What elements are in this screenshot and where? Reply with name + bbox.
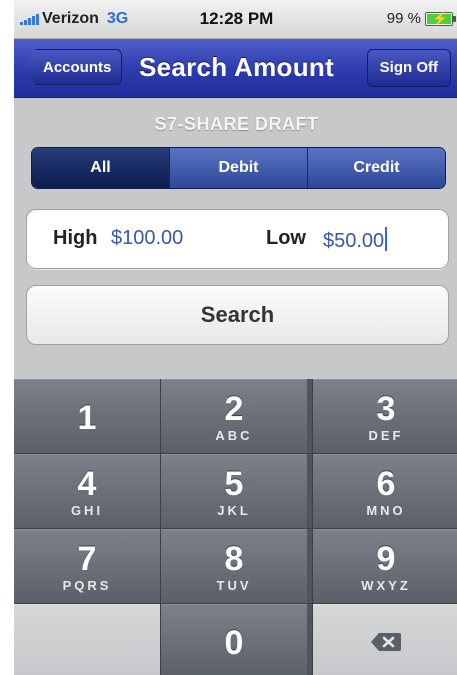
key-2[interactable]: 2 ABC — [161, 379, 307, 453]
high-amount-field[interactable]: $100.00 — [111, 227, 183, 250]
key-7[interactable]: 7 PQRS — [14, 529, 160, 603]
key-4[interactable]: 4 GHI — [14, 454, 160, 528]
charging-bolt-icon: ⚡ — [432, 10, 449, 26]
sign-off-button[interactable]: Sign Off — [366, 49, 451, 87]
key-6[interactable]: 6 MNO — [313, 454, 457, 528]
key-9[interactable]: 9 WXYZ — [313, 529, 457, 603]
numeric-keypad: 1 2 ABC 3 DEF 4 GHI 5 JKL 6 MNO 7 PQRS 8 TUV 9W… — [14, 379, 457, 675]
account-name: S7-SHARE DRAFT — [154, 114, 319, 134]
battery-icon: ⚡ — [425, 10, 456, 26]
filter-debit[interactable]: Debit — [169, 148, 307, 188]
text-cursor — [385, 227, 388, 251]
high-label: High — [53, 227, 98, 249]
backspace-icon — [371, 633, 401, 651]
low-amount-field[interactable]: $50.00 — [323, 227, 388, 253]
low-amount-value: $50.00 — [323, 230, 385, 252]
key-5[interactable]: 5 JKL — [161, 454, 307, 528]
key-8[interactable]: 8 TUV — [161, 529, 307, 603]
key-3[interactable]: 3 DEF — [313, 379, 457, 453]
search-button[interactable]: Search — [26, 285, 449, 345]
amount-range-fields: High $100.00 Low $50.00 — [26, 209, 449, 269]
phone-screen: Verizon 3G 12:28 PM 99 % ⚡ Accounts Sear… — [14, 0, 457, 675]
filter-credit[interactable]: Credit — [307, 148, 445, 188]
delete-key[interactable] — [313, 604, 457, 675]
status-bar: Verizon 3G 12:28 PM 99 % ⚡ — [14, 0, 457, 39]
transaction-type-filter: All Debit Credit — [31, 147, 446, 189]
low-label: Low — [266, 227, 306, 249]
key-1[interactable]: 1 — [14, 379, 160, 453]
filter-all[interactable]: All — [32, 148, 169, 188]
navigation-bar: Accounts Search Amount Sign Off — [14, 39, 457, 98]
key-0[interactable]: 0 — [161, 604, 307, 675]
battery-percent: 99 % — [386, 10, 421, 27]
key-blank — [14, 604, 160, 675]
